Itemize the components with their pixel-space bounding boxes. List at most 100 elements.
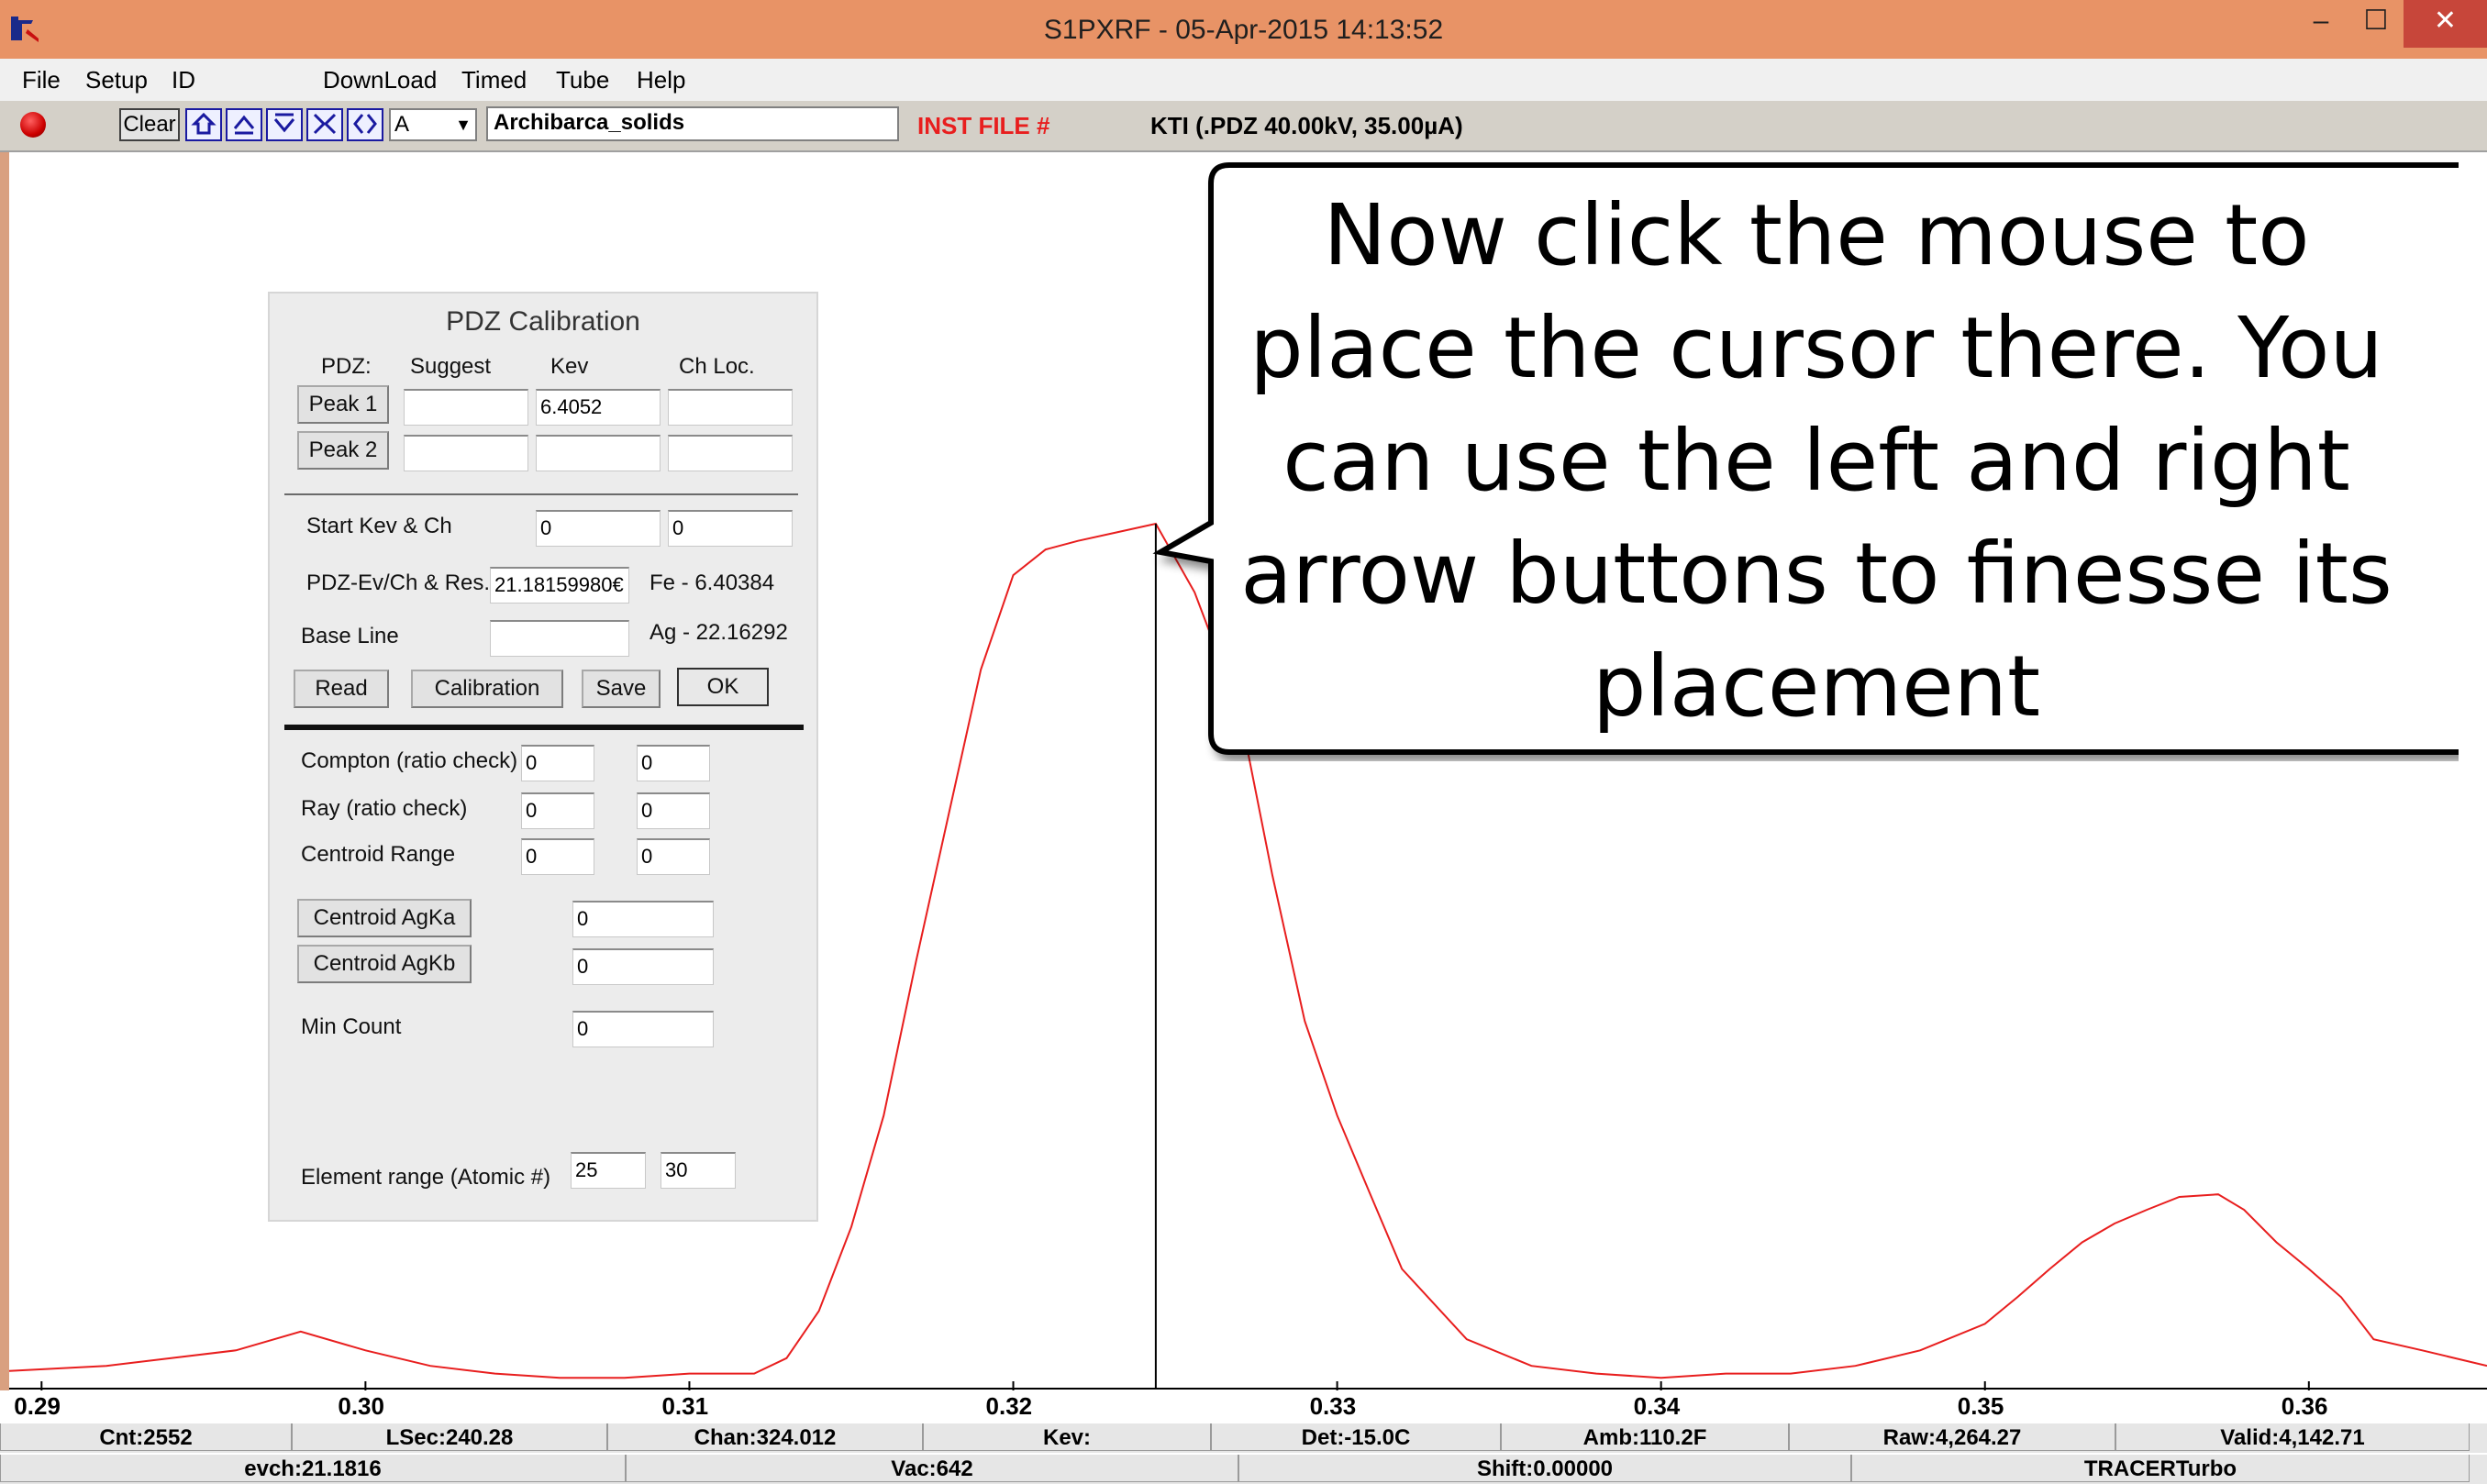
status-ambient-temp: Amb:110.2F	[1501, 1423, 1789, 1451]
column-pdz: PDZ:	[321, 354, 372, 379]
centroid-agkb-field[interactable]: 0	[572, 948, 714, 985]
home-icon[interactable]	[185, 108, 222, 141]
inst-file-label: INST FILE #	[917, 112, 1050, 139]
x-tick-label: 0.35	[1957, 1392, 2004, 1420]
start-kev-label: Start Kev & Ch	[306, 514, 452, 538]
centroid-range-max-field[interactable]: 0	[637, 838, 710, 875]
clear-button[interactable]: Clear	[119, 108, 180, 141]
peak-1-ch-loc-field[interactable]	[668, 389, 793, 426]
menu-file[interactable]: File	[22, 66, 61, 94]
record-indicator-icon[interactable]	[20, 112, 46, 138]
menu-tube[interactable]: Tube	[556, 66, 609, 94]
divider	[284, 493, 798, 495]
start-ch-field[interactable]: 0	[668, 510, 793, 547]
peak-2-ch-loc-field[interactable]	[668, 435, 793, 471]
status-channel: Chan:324.012	[607, 1423, 923, 1451]
ok-button[interactable]: OK	[677, 668, 769, 706]
peak-2-button[interactable]: Peak 2	[297, 431, 389, 470]
centroid-range-label: Centroid Range	[301, 842, 456, 867]
callout-line: arrow buttons to finesse its	[1240, 525, 2393, 623]
callout-text: Now click the mouse to place the cursor …	[1211, 179, 2422, 743]
status-valid: Valid:4,142.71	[2115, 1423, 2470, 1451]
ag-reference: Ag - 22.16292	[650, 620, 788, 645]
element-range-max-field[interactable]: 30	[661, 1152, 736, 1189]
min-count-field[interactable]: 0	[572, 1011, 714, 1047]
window-title: S1PXRF - 05-Apr-2015 14:13:52	[1043, 15, 1444, 45]
sample-name-field[interactable]: Archibarca_solids	[486, 106, 899, 141]
maximize-button[interactable]: ☐	[2348, 0, 2404, 48]
status-count: Cnt:2552	[0, 1423, 292, 1451]
ray-max-field[interactable]: 0	[637, 792, 710, 829]
dialog-title: PDZ Calibration	[446, 306, 640, 337]
callout-line: place the cursor there. You	[1249, 299, 2383, 397]
status-bar-1: Cnt:2552 LSec:240.28 Chan:324.012 Kev: D…	[0, 1423, 2487, 1453]
ray-label: Ray (ratio check)	[301, 796, 468, 821]
centroid-agka-button[interactable]: Centroid AgKa	[297, 899, 472, 937]
status-live-seconds: LSec:240.28	[292, 1423, 607, 1451]
menu-setup[interactable]: Setup	[85, 66, 148, 94]
trace-select[interactable]: A ▼	[389, 108, 477, 141]
baseline-field[interactable]	[490, 620, 629, 657]
save-button[interactable]: Save	[582, 670, 661, 708]
divider	[284, 725, 804, 730]
centroid-range-min-field[interactable]: 0	[521, 838, 594, 875]
x-tick-label: 0.33	[1309, 1392, 1357, 1420]
compton-min-field[interactable]: 0	[521, 745, 594, 781]
status-detector-temp: Det:-15.0C	[1211, 1423, 1501, 1451]
calibration-button[interactable]: Calibration	[411, 670, 563, 708]
ray-min-field[interactable]: 0	[521, 792, 594, 829]
status-bar-2: evch:21.1816 Vac:642 Shift:0.00000 TRACE…	[0, 1455, 2487, 1484]
baseline-label: Base Line	[301, 624, 399, 648]
min-count-label: Min Count	[301, 1014, 402, 1039]
status-instrument: TRACERTurbo	[1851, 1455, 2470, 1482]
x-tick-label: 0.30	[338, 1392, 384, 1420]
x-tick-label: 0.32	[985, 1392, 1033, 1420]
toolbar: Clear A ▼ Archibarca_solids INST FILE # …	[0, 101, 2487, 152]
status-raw: Raw:4,264.27	[1789, 1423, 2115, 1451]
element-range-min-field[interactable]: 25	[571, 1152, 646, 1189]
down-arrow-icon[interactable]	[266, 108, 303, 141]
status-shift: Shift:0.00000	[1238, 1455, 1851, 1482]
fe-reference: Fe - 6.40384	[650, 570, 775, 595]
element-range-label: Element range (Atomic #)	[301, 1165, 551, 1190]
x-tick-label: 0.36	[2281, 1392, 2328, 1420]
menu-help[interactable]: Help	[637, 66, 685, 94]
evch-label: PDZ-Ev/Ch & Res.	[306, 570, 491, 595]
peak-1-kev-field[interactable]: 6.4052	[536, 389, 661, 426]
column-ch-loc: Ch Loc.	[679, 354, 755, 379]
column-suggest: Suggest	[410, 354, 492, 379]
up-arrow-icon[interactable]	[226, 108, 262, 141]
pdz-calibration-dialog: PDZ Calibration PDZ: Suggest Kev Ch Loc.…	[268, 292, 818, 1222]
menu-bar: File Setup ID DownLoad Timed Tube Help	[0, 59, 2487, 101]
start-kev-field[interactable]: 0	[536, 510, 661, 547]
compton-max-field[interactable]: 0	[637, 745, 710, 781]
x-tick-label: 0.34	[1633, 1392, 1681, 1420]
minimize-button[interactable]: –	[2293, 0, 2348, 48]
evch-field[interactable]: 21.18159980€	[490, 567, 629, 604]
menu-download[interactable]: DownLoad	[323, 66, 437, 94]
menu-timed[interactable]: Timed	[461, 66, 527, 94]
centroid-agkb-button[interactable]: Centroid AgKb	[297, 945, 472, 983]
status-vacuum: Vac:642	[626, 1455, 1238, 1482]
centroid-agka-field[interactable]: 0	[572, 901, 714, 937]
x-tick-label: 0.31	[661, 1392, 709, 1420]
status-kev: Kev:	[923, 1423, 1211, 1451]
collapse-icon[interactable]	[306, 108, 343, 141]
close-button[interactable]: ✕	[2404, 0, 2487, 48]
status-evch: evch:21.1816	[0, 1455, 626, 1482]
peak-1-suggest-field[interactable]	[404, 389, 528, 426]
tube-status: KTI (.PDZ 40.00kV, 35.00µA)	[1150, 112, 1463, 139]
peak-2-suggest-field[interactable]	[404, 435, 528, 471]
expand-icon[interactable]	[347, 108, 383, 141]
window-left-border	[0, 152, 9, 1390]
callout-line: placement	[1592, 637, 2041, 736]
compton-label: Compton (ratio check)	[301, 748, 518, 773]
read-button[interactable]: Read	[294, 670, 389, 708]
callout-line: Now click the mouse to	[1323, 186, 2310, 284]
trace-select-value: A	[394, 112, 410, 137]
x-tick-label: 0.29	[14, 1392, 61, 1420]
peak-2-kev-field[interactable]	[536, 435, 661, 471]
menu-id[interactable]: ID	[172, 66, 195, 94]
chevron-down-icon[interactable]: ▼	[455, 110, 472, 139]
peak-1-button[interactable]: Peak 1	[297, 385, 389, 424]
